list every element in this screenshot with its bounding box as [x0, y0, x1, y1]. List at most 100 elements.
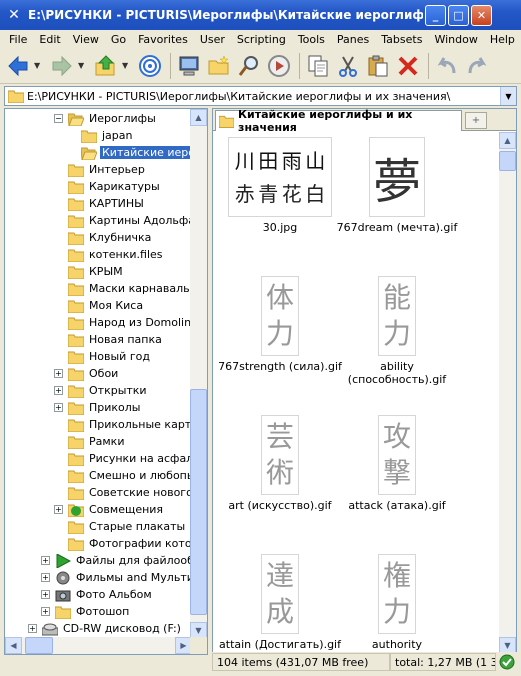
- tree-item[interactable]: Новый год: [67, 348, 152, 365]
- file-thumbnail-item[interactable]: 達成 attain (Достигать).gif: [215, 554, 345, 651]
- tab-chinese-hieroglyphs[interactable]: Китайские иероглифы и их значения: [215, 109, 462, 134]
- tree-item-label: КАРТИНЫ: [89, 197, 144, 210]
- tree-item[interactable]: + Файлы для файлообменн: [41, 552, 192, 569]
- address-dropdown-icon[interactable]: ▼: [500, 87, 516, 105]
- new-tab-button[interactable]: +: [465, 112, 487, 129]
- address-bar[interactable]: E:\РИСУНКИ - PICTURIS\Иероглифы\Китайски…: [4, 86, 517, 106]
- maximize-button[interactable]: □: [448, 4, 469, 26]
- tree-item[interactable]: котенки.files: [67, 246, 165, 263]
- tree-vertical-scrollbar[interactable]: ▲ ▼: [190, 109, 207, 639]
- file-thumbnail-item[interactable]: 権力 authority: [332, 554, 462, 651]
- tree-item[interactable]: + Совмещения: [54, 501, 165, 518]
- folder-icon: [67, 214, 85, 228]
- tree-item[interactable]: + Приколы: [54, 399, 143, 416]
- forward-dropdown-icon[interactable]: ▼: [78, 61, 88, 70]
- tree-item[interactable]: КАРТИНЫ: [67, 195, 146, 212]
- menu-user[interactable]: User: [194, 33, 231, 46]
- cut-button[interactable]: [334, 52, 362, 80]
- files-vertical-scrollbar[interactable]: ▲ ▼: [499, 132, 516, 654]
- menu-window[interactable]: Window: [428, 33, 483, 46]
- expand-icon[interactable]: +: [41, 607, 50, 616]
- tree-item[interactable]: Рамки: [67, 433, 126, 450]
- address-path[interactable]: E:\РИСУНКИ - PICTURIS\Иероглифы\Китайски…: [27, 90, 500, 103]
- tree-item[interactable]: Советские новогодни: [67, 484, 192, 501]
- back-dropdown-icon[interactable]: ▼: [34, 61, 44, 70]
- menu-favorites[interactable]: Favorites: [132, 33, 194, 46]
- menu-panes[interactable]: Panes: [331, 33, 375, 46]
- redo-button[interactable]: [463, 52, 491, 80]
- tree-item[interactable]: Карикатуры: [67, 178, 162, 195]
- expand-icon[interactable]: +: [28, 624, 37, 633]
- expand-icon[interactable]: +: [41, 556, 50, 565]
- file-thumbnail-item[interactable]: 能力 ability (способность).gif: [332, 276, 462, 386]
- file-thumbnail-item[interactable]: 芸術 art (искусство).gif: [215, 415, 345, 512]
- expand-icon[interactable]: +: [54, 386, 63, 395]
- scroll-up-arrow-icon[interactable]: ▲: [499, 132, 516, 149]
- undo-button[interactable]: [433, 52, 461, 80]
- file-thumbnail-item[interactable]: 夢 767dream (мечта).gif: [332, 137, 462, 234]
- expand-icon[interactable]: +: [54, 403, 63, 412]
- expand-icon[interactable]: +: [41, 590, 50, 599]
- tree-item[interactable]: Народ из Domolink: [67, 314, 192, 331]
- delete-button[interactable]: [394, 52, 422, 80]
- file-thumbnail-item[interactable]: 体力 767strength (сила).gif: [215, 276, 345, 373]
- paste-button[interactable]: [364, 52, 392, 80]
- go-button[interactable]: [265, 52, 293, 80]
- tree-item[interactable]: Новая папка: [67, 331, 164, 348]
- new-folder-button[interactable]: [205, 52, 233, 80]
- file-thumbnail-item[interactable]: 攻撃 attack (атака).gif: [332, 415, 462, 512]
- up-button[interactable]: [92, 52, 120, 80]
- tree-item[interactable]: + CD-RW дисковод (F:): [28, 620, 183, 637]
- copy-button[interactable]: [304, 52, 332, 80]
- tree-horizontal-scrollbar[interactable]: ◀ ▶: [5, 637, 192, 654]
- tree-item[interactable]: + Фото Альбом: [41, 586, 154, 603]
- find-button[interactable]: [235, 52, 263, 80]
- menu-tabsets[interactable]: Tabsets: [375, 33, 428, 46]
- scroll-left-arrow-icon[interactable]: ◀: [5, 637, 22, 654]
- file-thumbnail-item[interactable]: 川田雨山赤青花白 30.jpg: [215, 137, 345, 234]
- minimize-button[interactable]: _: [425, 4, 446, 26]
- expand-icon[interactable]: +: [54, 505, 63, 514]
- computer-button[interactable]: [175, 52, 203, 80]
- expand-icon[interactable]: +: [41, 573, 50, 582]
- tree-item[interactable]: Смешно и любопытно: [67, 467, 192, 484]
- tree-item[interactable]: Старые плакаты: [67, 518, 187, 535]
- forward-button[interactable]: [48, 52, 76, 80]
- back-arrow-icon: [8, 55, 28, 76]
- tree-item[interactable]: Картины Адольфа Ги: [67, 212, 192, 229]
- close-button[interactable]: ✕: [471, 4, 492, 26]
- tree-item[interactable]: Рисунки на асфальте: [67, 450, 192, 467]
- back-button[interactable]: [4, 52, 32, 80]
- tree-item[interactable]: + Фотошоп: [41, 603, 131, 620]
- up-dropdown-icon[interactable]: ▼: [122, 61, 132, 70]
- tree-item[interactable]: + Обои: [54, 365, 120, 382]
- tree-item[interactable]: + Открытки: [54, 382, 149, 399]
- menu-scripting[interactable]: Scripting: [231, 33, 292, 46]
- tree-item[interactable]: Моя Киса: [67, 297, 145, 314]
- target-button[interactable]: [136, 52, 164, 80]
- scroll-thumb[interactable]: [190, 389, 207, 615]
- menu-edit[interactable]: Edit: [33, 33, 66, 46]
- scroll-up-arrow-icon[interactable]: ▲: [190, 109, 207, 126]
- menu-view[interactable]: View: [67, 33, 105, 46]
- menu-tools[interactable]: Tools: [292, 33, 331, 46]
- menu-file[interactable]: File: [3, 33, 33, 46]
- tree-item[interactable]: Маски карнавальные: [67, 280, 192, 297]
- tree-item[interactable]: Клубничка: [67, 229, 153, 246]
- tree-item[interactable]: − Иероглифы: [54, 110, 158, 127]
- tree-item[interactable]: + Фильмы and Мультики: [41, 569, 192, 586]
- open-folder-icon: [80, 146, 98, 160]
- menu-help[interactable]: Help: [484, 33, 521, 46]
- tree-item[interactable]: Прикольные картинк: [67, 416, 192, 433]
- tree-item[interactable]: КРЫМ: [67, 263, 125, 280]
- scroll-thumb[interactable]: [499, 151, 516, 171]
- horizontal-scroll-thumb[interactable]: [25, 637, 53, 654]
- tree-item[interactable]: Китайские иерог: [80, 144, 192, 161]
- tree-item[interactable]: Фотографии которые: [67, 535, 192, 552]
- tree-item[interactable]: Интерьер: [67, 161, 147, 178]
- expand-icon[interactable]: +: [54, 369, 63, 378]
- tree-item[interactable]: japan: [80, 127, 135, 144]
- collapse-icon[interactable]: −: [54, 114, 63, 123]
- app-icon[interactable]: ✕: [6, 7, 22, 23]
- menu-go[interactable]: Go: [105, 33, 132, 46]
